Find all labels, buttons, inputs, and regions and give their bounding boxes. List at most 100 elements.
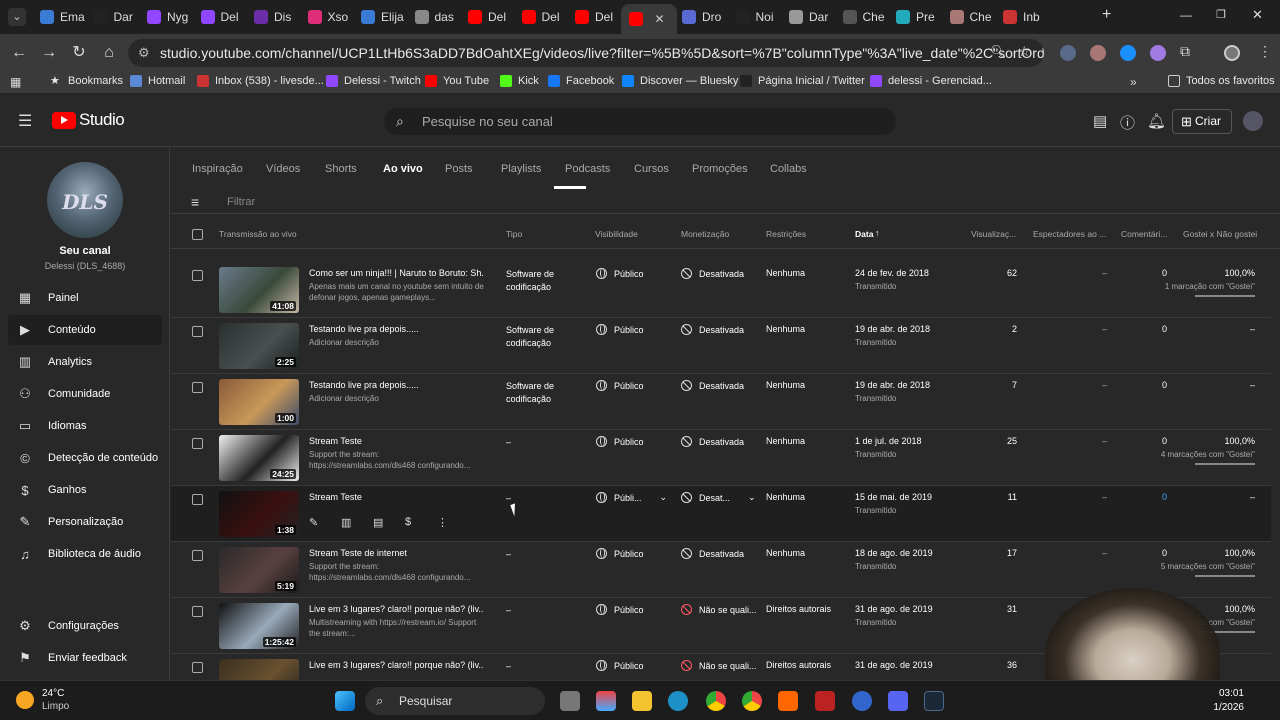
- browser-tab[interactable]: Dar: [86, 4, 142, 30]
- sidebar-item-feedback[interactable]: ⚑ Enviar feedback: [8, 643, 162, 673]
- visibility-cell[interactable]: Público: [596, 548, 644, 559]
- filter-icon[interactable]: ≡: [191, 194, 199, 210]
- browser-tab[interactable]: Dis: [246, 4, 302, 30]
- zoom-icon[interactable]: 🔍︎: [990, 44, 1007, 60]
- apps-grid-icon[interactable]: ▦: [10, 75, 21, 89]
- video-title[interactable]: Testando live pra depois.....: [309, 380, 484, 390]
- row-checkbox[interactable]: [192, 382, 203, 393]
- paint-icon[interactable]: [596, 691, 616, 711]
- taskbar-search[interactable]: ⌕ Pesquisar: [365, 687, 545, 715]
- row-checkbox[interactable]: [192, 438, 203, 449]
- file-explorer-icon[interactable]: [632, 691, 652, 711]
- url-bar[interactable]: ⚙ studio.youtube.com/channel/UCP1LtHb6S3…: [128, 39, 1044, 67]
- video-title[interactable]: Testando live pra depois.....: [309, 324, 484, 334]
- extension-purple-icon[interactable]: [1150, 45, 1166, 61]
- browser-tab[interactable]: Del: [514, 4, 570, 30]
- bookmark-item[interactable]: Página Inicial / Twitter: [740, 75, 865, 87]
- bookmark-item[interactable]: ★ Bookmarks: [50, 75, 123, 87]
- edit-pencil-icon[interactable]: ✎: [309, 516, 341, 529]
- steam-icon[interactable]: [924, 691, 944, 711]
- visibility-dropdown-icon[interactable]: ⌄: [660, 492, 668, 503]
- sidebar-item-ganhos[interactable]: $ Ganhos: [8, 475, 162, 505]
- visibility-cell[interactable]: Público: [596, 604, 644, 615]
- browser-tab[interactable]: Inb: [995, 4, 1051, 30]
- monetization-cell[interactable]: Não se quali...: [681, 604, 757, 615]
- filter-input[interactable]: Filtrar: [227, 196, 255, 208]
- sidebar-item-detec-o-de-conte-do[interactable]: © Detecção de conteúdo: [8, 443, 162, 473]
- row-checkbox[interactable]: [192, 606, 203, 617]
- tab-shorts[interactable]: Shorts: [325, 163, 357, 175]
- monetization-icon[interactable]: $: [405, 516, 437, 529]
- sort-ascending-icon[interactable]: ↑: [875, 228, 880, 238]
- column-header[interactable]: Comentári...: [1121, 229, 1167, 239]
- column-header[interactable]: Data: [855, 229, 873, 239]
- column-header[interactable]: Gostei x Não gostei: [1183, 229, 1257, 239]
- row-checkbox[interactable]: [192, 270, 203, 281]
- tab-posts[interactable]: Posts: [445, 163, 473, 175]
- extension-shazam-icon[interactable]: [1120, 45, 1136, 61]
- voicemeeter-icon[interactable]: [815, 691, 835, 711]
- all-bookmarks-folder[interactable]: Todos os favoritos: [1168, 75, 1275, 87]
- sidebar-item-conte-do[interactable]: ▶ Conteúdo: [8, 315, 162, 345]
- browser-tab[interactable]: Dro: [674, 4, 730, 30]
- sidebar-item-analytics[interactable]: ▥ Analytics: [8, 347, 162, 377]
- table-row[interactable]: 1:38 Stream Teste ✎ ▥ ▤ $ ⋮ – Públi... ⌄ Desat... ⌄…: [171, 486, 1271, 542]
- tab-inspira-o[interactable]: Inspiração: [192, 163, 243, 175]
- column-header[interactable]: Restrições: [766, 229, 806, 239]
- brave-icon[interactable]: [778, 691, 798, 711]
- help-icon[interactable]: ⓘ: [1120, 112, 1135, 133]
- sidebar-item-personaliza-o[interactable]: ✎ Personalização: [8, 507, 162, 537]
- monetization-dropdown-icon[interactable]: ⌄: [748, 492, 756, 503]
- tab-promo-es[interactable]: Promoções: [692, 163, 748, 175]
- video-thumbnail[interactable]: 1:00: [219, 379, 299, 425]
- select-all-checkbox[interactable]: [192, 229, 203, 240]
- extension-shield-icon[interactable]: [1060, 45, 1076, 61]
- column-header[interactable]: Tipo: [506, 229, 522, 239]
- browser-tab[interactable]: Del: [193, 4, 249, 30]
- sidebar-item-comunidade[interactable]: ⚇ Comunidade: [8, 379, 162, 409]
- table-row[interactable]: 1:00 Testando live pra depois..... Adicion…: [171, 374, 1271, 430]
- video-title[interactable]: Como ser um ninja!!! | Naruto to Boruto:…: [309, 268, 484, 278]
- tab-v-deos[interactable]: Vídeos: [266, 163, 300, 175]
- comments-count[interactable]: 0: [1131, 492, 1167, 502]
- tab-playlists[interactable]: Playlists: [501, 163, 541, 175]
- bookmark-item[interactable]: You Tube: [425, 75, 489, 87]
- column-header[interactable]: Monetização: [681, 229, 729, 239]
- browser-tab[interactable]: Elija: [353, 4, 409, 30]
- reload-icon[interactable]: ↻: [68, 42, 90, 64]
- browser-tab[interactable]: Nyg: [139, 4, 195, 30]
- tab-close-icon[interactable]: ✕: [655, 12, 665, 26]
- home-icon[interactable]: ⌂: [98, 42, 120, 64]
- studio-logo[interactable]: Studio: [52, 110, 125, 130]
- more-bookmarks-icon[interactable]: »: [1130, 75, 1137, 89]
- column-header[interactable]: Transmissão ao vivo: [219, 229, 297, 239]
- chrome-icon-2[interactable]: [742, 691, 762, 711]
- new-tab-button[interactable]: +: [1102, 6, 1111, 24]
- channel-avatar[interactable]: DLS: [47, 162, 123, 238]
- create-button[interactable]: ⊞ Criar: [1172, 109, 1232, 134]
- visibility-cell[interactable]: Público: [596, 324, 644, 335]
- captions-icon[interactable]: ▤: [1093, 112, 1107, 130]
- column-header[interactable]: Visibilidade: [595, 229, 638, 239]
- forward-icon[interactable]: →: [38, 42, 60, 64]
- browser-tab[interactable]: ✕: [620, 4, 677, 34]
- sidebar-item-idiomas[interactable]: ▭ Idiomas: [8, 411, 162, 441]
- sidebar-item-settings[interactable]: ⚙ Configurações: [8, 611, 162, 641]
- row-checkbox[interactable]: [192, 550, 203, 561]
- row-checkbox[interactable]: [192, 326, 203, 337]
- back-icon[interactable]: ←: [8, 42, 30, 64]
- close-window-button[interactable]: ✕: [1252, 7, 1263, 23]
- monetization-cell[interactable]: Desativada: [681, 548, 744, 559]
- visibility-cell[interactable]: Público: [596, 380, 644, 391]
- tab-podcasts[interactable]: Podcasts: [565, 163, 610, 175]
- visibility-cell[interactable]: Público: [596, 660, 644, 671]
- system-clock[interactable]: 03:01 1/2026: [1190, 687, 1244, 715]
- weather-widget[interactable]: 24°C Limpo: [16, 687, 69, 713]
- browser-tab[interactable]: Noi: [728, 4, 784, 30]
- column-header[interactable]: Espectadores ao ...: [1033, 229, 1106, 239]
- monetization-cell[interactable]: Não se quali...: [681, 660, 757, 671]
- account-avatar[interactable]: [1243, 111, 1263, 131]
- video-thumbnail[interactable]: 1:38: [219, 491, 299, 537]
- row-checkbox[interactable]: [192, 662, 203, 673]
- video-thumbnail[interactable]: 24:25: [219, 435, 299, 481]
